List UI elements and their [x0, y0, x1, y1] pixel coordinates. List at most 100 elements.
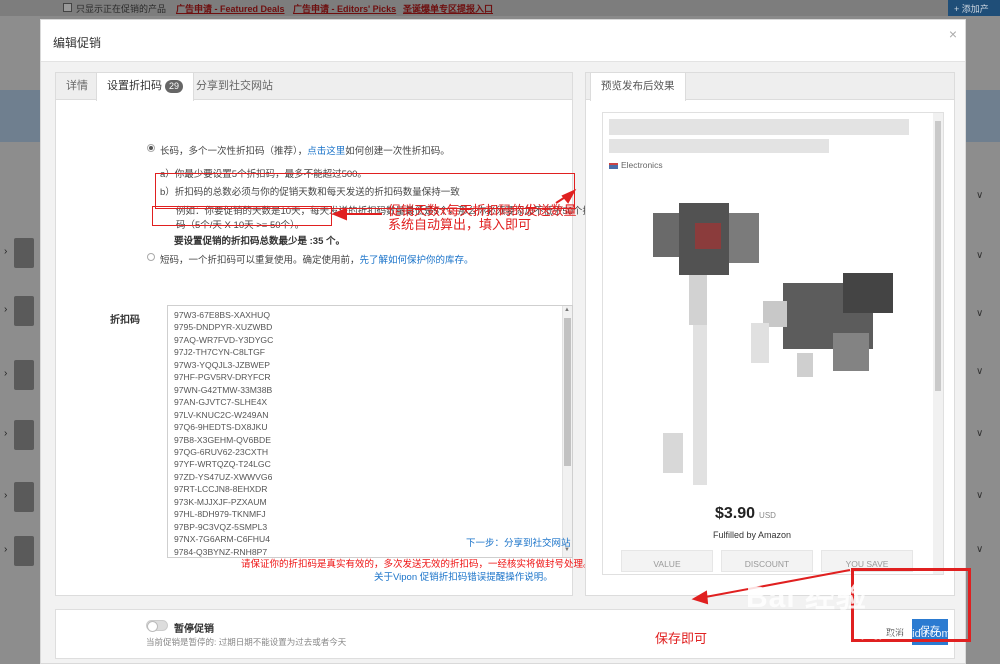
discount-button[interactable]: DISCOUNT — [721, 550, 813, 572]
background-topbar: 只显示正在促销的产品 广告申请 - Featured Deals 广告申请 - … — [0, 0, 1000, 16]
product-thumbnail — [14, 536, 34, 566]
expand-arrow-icon[interactable]: › — [4, 246, 7, 257]
editors-picks-link[interactable]: 广告申请 - Editors' Picks — [293, 2, 396, 15]
tab-preview[interactable]: 预览发布后效果 — [590, 73, 686, 101]
short-code-text: 短码，一个折扣码可以重复使用。确定使用前， — [160, 255, 360, 266]
expand-arrow-icon[interactable]: › — [4, 304, 7, 315]
code-line: 97HL-8DH979-TKNMFJ — [174, 509, 266, 520]
codes-list: 97W3-67E8BS-XAXHUQ 9795-DNDPYR-XUZWBD 97AQ… — [174, 309, 274, 557]
preview-scrollbar[interactable] — [933, 113, 943, 574]
short-code-radio[interactable] — [147, 253, 155, 261]
category-label: Electronics — [609, 160, 663, 170]
row-chevron-icon[interactable]: ∨ — [976, 544, 983, 555]
codes-label: 折扣码 — [110, 315, 140, 326]
error-guide-link[interactable]: 关于Vipon 促销折扣码错误提醒操作说明。 — [374, 569, 553, 583]
row-chevron-icon[interactable]: ∨ — [976, 250, 983, 261]
row-chevron-icon[interactable]: ∨ — [976, 308, 983, 319]
discount-codes-textarea[interactable]: 97W3-67E8BS-XAXHUQ 9795-DNDPYR-XUZWBD 97AQ… — [167, 305, 573, 558]
code-line: 97RT-LCCJN8-8EHXDR — [174, 484, 268, 495]
tab-bar: 详情 设置折扣码 29 分享到社交网站 — [56, 73, 572, 101]
code-line: 97NX-7G6ARM-C6FHU4 — [174, 534, 270, 545]
minimum-codes-note: 要设置促销的折扣码总数最少是 :35 个。 — [174, 236, 346, 247]
tab-discount-codes[interactable]: 设置折扣码 29 — [96, 73, 195, 101]
product-thumbnail — [14, 296, 34, 326]
pause-hint: 当前促销是暂停的: 过期日期不能设置为过去或者今天 — [146, 637, 347, 647]
modal-title: 编辑促销 — [53, 36, 102, 50]
code-line: 97B8-X3GEHM-QV6BDE — [174, 434, 271, 445]
preview-tab-bar: 预览发布后效果 — [586, 73, 954, 101]
scroll-thumb[interactable] — [564, 318, 571, 466]
edit-promotion-modal: 编辑促销 × 详情 设置折扣码 29 分享到社交网站 长码，多个一次性折扣码（推荐… — [40, 19, 966, 664]
code-line: 97QG-6RUV62-23CXTH — [174, 446, 269, 457]
blurred-title — [609, 139, 829, 153]
code-line: 973K-MJJXJF-PZXAUM — [174, 496, 267, 507]
code-line: 97ZD-YS47UZ-XWWVG6 — [174, 471, 273, 482]
price-value: $3.90 — [715, 505, 756, 522]
product-thumbnail — [14, 360, 34, 390]
code-line: 97AQ-WR7FVD-Y3DYGC — [174, 334, 274, 345]
modal-footer: 暂停促销 当前促销是暂停的: 过期日期不能设置为过去或者今天 取消 保存 — [55, 609, 955, 659]
scroll-up-icon[interactable]: ▲ — [564, 307, 570, 313]
expand-arrow-icon[interactable]: › — [4, 490, 7, 501]
annotation-note-2: 保存即可 — [655, 631, 708, 646]
code-line: 97YF-WRTQZQ-T24LGC — [174, 459, 271, 470]
code-line: 97J2-TH7CYN-C8LTGF — [174, 347, 266, 358]
product-thumbnail — [14, 238, 34, 268]
value-button[interactable]: VALUE — [621, 550, 713, 572]
expand-arrow-icon[interactable]: › — [4, 544, 7, 555]
currency: USD — [759, 511, 776, 520]
preview-scroll-thumb[interactable] — [935, 121, 941, 391]
code-line: 97HF-PGV5RV-DRYFCR — [174, 372, 271, 383]
code-line: 97BP-9C3VQZ-5SMPL3 — [174, 521, 268, 532]
row-chevron-icon[interactable]: ∨ — [976, 428, 983, 439]
fulfilled-by: Fulfilled by Amazon — [713, 530, 792, 540]
background-banner-right — [966, 90, 1000, 142]
row-chevron-icon[interactable]: ∨ — [976, 190, 983, 201]
expand-arrow-icon[interactable]: › — [4, 368, 7, 379]
long-code-suffix: 如何创建一次性折扣码。 — [345, 146, 450, 157]
product-image — [653, 203, 893, 485]
next-step-link[interactable]: 下一步：分享到社交网站 — [466, 535, 571, 549]
long-code-text: 长码，多个一次性折扣码（推荐）， — [160, 146, 308, 157]
product-thumbnail — [14, 482, 34, 512]
tab-discount-codes-label: 设置折扣码 — [107, 80, 162, 92]
code-line: 97W3-YQQJL3-JZBWEP — [174, 359, 270, 370]
expand-arrow-icon[interactable]: › — [4, 428, 7, 439]
tab-details[interactable]: 详情 — [56, 73, 98, 100]
blurred-title — [609, 119, 909, 135]
discount-settings-panel: 详情 设置折扣码 29 分享到社交网站 长码，多个一次性折扣码（推荐），点击这里如… — [55, 72, 601, 596]
click-here-link[interactable]: 点击这里 — [307, 146, 345, 157]
baidu-watermark: Bai 经验 — [746, 581, 868, 614]
pause-label: 暂停促销 — [174, 624, 214, 635]
protect-inventory-link[interactable]: 先了解如何保护你的库存。 — [360, 255, 474, 266]
codes-scrollbar[interactable]: ▲ ▼ — [562, 306, 572, 557]
code-line: 97W3-67E8BS-XAXHUQ — [174, 310, 270, 320]
long-code-radio[interactable] — [147, 144, 155, 152]
tab-share-social[interactable]: 分享到社交网站 — [186, 73, 283, 100]
show-only-label: 只显示正在促销的产品 — [76, 4, 167, 14]
deal-preview-card: Electronics $3.90 USD Fulfilled by Amazo… — [602, 112, 944, 575]
show-only-checkbox[interactable] — [63, 3, 72, 12]
watermark-url: jingyan.baidu.com — [862, 628, 951, 640]
preview-panel: 预览发布后效果 Electronics $3.90 USD Fulfilled … — [585, 72, 955, 596]
long-code-option: 长码，多个一次性折扣码（推荐），点击这里如何创建一次性折扣码。 — [160, 143, 450, 157]
code-line: 97WN-G42TMW-33M38B — [174, 384, 273, 395]
row-chevron-icon[interactable]: ∨ — [976, 490, 983, 501]
code-line: 97AN-GJVTC7-SLHE4X — [174, 397, 268, 408]
modal-header: 编辑促销 × — [41, 20, 965, 62]
christmas-link[interactable]: 圣诞爆单专区提报入口 — [403, 2, 493, 15]
short-code-option: 短码，一个折扣码可以重复使用。确定使用前，先了解如何保护你的库存。 — [160, 252, 474, 266]
close-icon[interactable]: × — [949, 26, 957, 42]
row-chevron-icon[interactable]: ∨ — [976, 366, 983, 377]
annotation-note-1b: 系统自动算出，填入即可 — [388, 217, 532, 232]
code-line: 97LV-KNUC2C-W249AN — [174, 409, 269, 420]
featured-deals-link[interactable]: 广告申请 - Featured Deals — [176, 2, 285, 15]
minimum-highlight-box — [152, 206, 332, 226]
add-product-button[interactable]: + 添加产 — [948, 0, 1000, 16]
background-banner — [0, 90, 40, 142]
warning-text: 请保证你的折扣码是真实有效的，多次发送无效的折扣码，一经核实将做封号处理。 — [241, 559, 593, 570]
code-line: 9795-DNDPYR-XUZWBD — [174, 322, 273, 333]
code-count-badge: 29 — [165, 80, 184, 93]
price: $3.90 USD — [715, 505, 776, 523]
pause-toggle[interactable] — [146, 620, 168, 632]
